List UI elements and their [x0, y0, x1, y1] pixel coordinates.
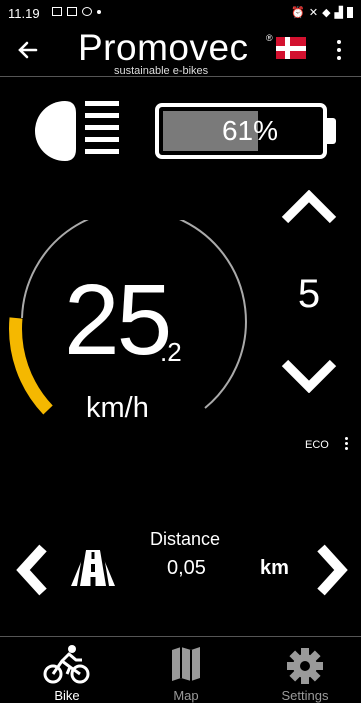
signal-icon: ▟	[334, 7, 343, 19]
notification-icons	[52, 7, 101, 16]
danish-flag-icon	[276, 37, 306, 59]
assist-down-button[interactable]	[281, 357, 337, 398]
alarm-icon: ⏰	[291, 7, 305, 19]
nav-bike-tab[interactable]: Bike	[22, 640, 112, 703]
speed-gauge-fill	[9, 317, 53, 415]
registered-mark: ®	[266, 33, 273, 43]
nav-divider	[0, 636, 361, 637]
battery-status-icon	[347, 7, 353, 18]
nav-settings-tab[interactable]: Settings	[260, 640, 350, 703]
more-notifications-icon	[97, 9, 101, 14]
map-icon	[172, 647, 200, 681]
previous-stat-button[interactable]	[15, 544, 49, 601]
overflow-menu-icon[interactable]	[336, 40, 342, 60]
assist-level: 5	[297, 272, 321, 316]
mode-menu-icon[interactable]	[344, 437, 349, 450]
messenger-icon	[82, 7, 92, 16]
nav-settings-label: Settings	[281, 688, 329, 703]
wifi-icon: ◆	[322, 7, 331, 19]
gallery-icon	[52, 7, 62, 16]
message-icon	[67, 7, 77, 16]
trip-stat-label: Distance	[150, 529, 221, 549]
assist-up-button[interactable]	[281, 189, 337, 231]
trip-stat-value: 0,05	[167, 557, 206, 579]
mute-icon: ✕	[308, 7, 319, 19]
headlight-icon[interactable]	[30, 99, 125, 168]
speed-unit: km/h	[86, 392, 149, 424]
speed-decimal: .2	[160, 337, 182, 367]
next-stat-button[interactable]	[315, 544, 349, 601]
nav-map-label: Map	[173, 688, 199, 703]
battery-terminal	[327, 118, 336, 144]
battery-percentage: 61%	[221, 115, 279, 146]
status-time: 11.19	[8, 6, 40, 21]
assist-mode-label[interactable]: ECO	[305, 439, 329, 451]
nav-bike-label: Bike	[54, 688, 80, 703]
back-arrow-icon[interactable]	[18, 36, 38, 66]
bike-icon	[43, 645, 90, 684]
gear-icon	[287, 648, 323, 684]
road-icon	[70, 550, 116, 591]
system-icons: ⏰ ✕ ◆ ▟	[291, 6, 353, 19]
speed-value: 25	[64, 264, 172, 376]
nav-map-tab[interactable]: Map	[141, 640, 231, 703]
trip-stat-unit: km	[260, 557, 289, 579]
brand-tagline: sustainable e-bikes	[114, 65, 209, 77]
brand-logo-text: Promovec	[78, 27, 249, 68]
